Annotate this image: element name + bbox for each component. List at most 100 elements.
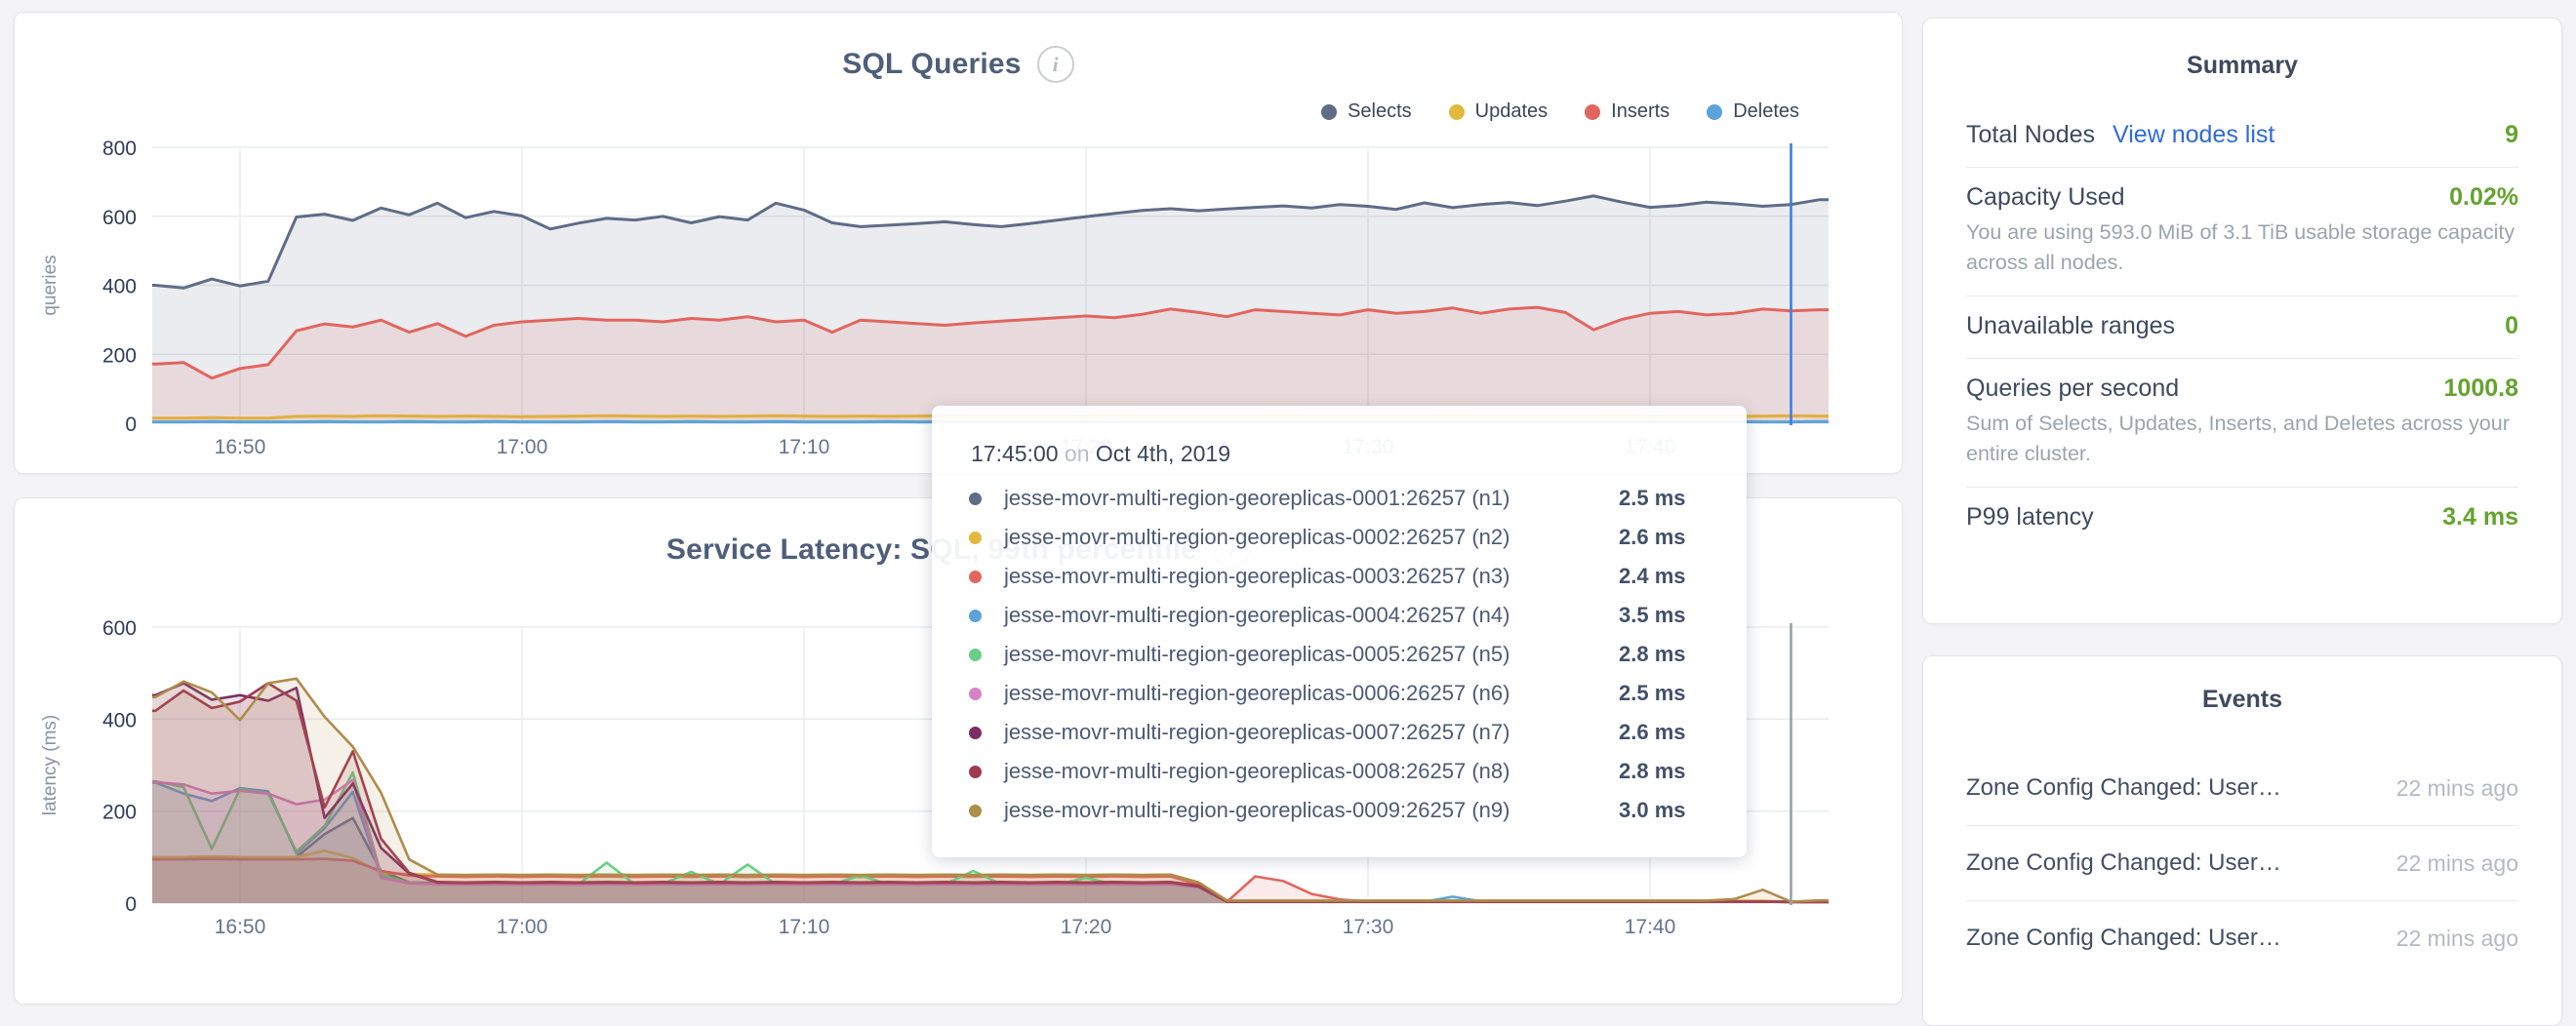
- svg-text:17:30: 17:30: [1343, 916, 1394, 938]
- node-latency: 2.5 ms: [1619, 486, 1686, 511]
- event-list-item[interactable]: Zone Config Changed: User… 22 mins ago: [1966, 751, 2518, 825]
- node-latency: 2.4 ms: [1619, 564, 1686, 589]
- summary-value: 0: [2505, 312, 2518, 340]
- summary-value: 9: [2505, 121, 2518, 149]
- node-4-dot-icon: [969, 610, 982, 622]
- summary-title: Summary: [1966, 52, 2518, 80]
- sql-queries-title: SQL Queries: [842, 48, 1021, 81]
- tooltip-date: Oct 4th, 2019: [1096, 441, 1230, 466]
- node-8-dot-icon: [969, 766, 982, 778]
- selects-dot-icon: [1321, 104, 1337, 120]
- sql-queries-title-row: SQL Queries i: [15, 46, 1902, 83]
- svg-text:queries: queries: [40, 255, 60, 315]
- svg-text:400: 400: [102, 276, 137, 298]
- svg-text:17:10: 17:10: [779, 436, 830, 458]
- updates-dot-icon: [1449, 104, 1465, 120]
- event-list-item[interactable]: Zone Config Changed: User… 22 mins ago: [1966, 825, 2518, 900]
- summary-description: Sum of Selects, Updates, Inserts, and De…: [1966, 409, 2518, 469]
- tooltip-row: jesse-movr-multi-region-georeplicas-0001…: [932, 479, 1747, 518]
- node-latency: 2.6 ms: [1619, 720, 1686, 745]
- tooltip-row: jesse-movr-multi-region-georeplicas-0008…: [932, 752, 1747, 791]
- node-latency: 2.8 ms: [1619, 642, 1686, 667]
- deletes-dot-icon: [1707, 104, 1722, 120]
- legend-label: Selects: [1348, 100, 1412, 123]
- node-name: jesse-movr-multi-region-georeplicas-0003…: [1004, 564, 1619, 589]
- svg-text:0: 0: [125, 893, 137, 916]
- legend-item-deletes[interactable]: Deletes: [1707, 100, 1799, 123]
- svg-text:600: 600: [102, 207, 137, 229]
- legend-item-updates[interactable]: Updates: [1449, 100, 1549, 123]
- node-name: jesse-movr-multi-region-georeplicas-0004…: [1004, 603, 1619, 628]
- node-name: jesse-movr-multi-region-georeplicas-0002…: [1004, 525, 1619, 550]
- summary-label: Capacity Used: [1966, 183, 2125, 212]
- tooltip-timestamp: 17:45:00 on Oct 4th, 2019: [971, 441, 1747, 467]
- svg-text:16:50: 16:50: [215, 916, 266, 938]
- tooltip-row: jesse-movr-multi-region-georeplicas-0002…: [932, 518, 1747, 557]
- event-time: 22 mins ago: [2396, 775, 2518, 802]
- info-icon[interactable]: i: [1037, 46, 1074, 83]
- svg-text:600: 600: [102, 617, 137, 640]
- summary-panel: Summary Total Nodes View nodes list 9 Ca…: [1922, 18, 2562, 624]
- svg-text:800: 800: [102, 138, 137, 160]
- svg-text:0: 0: [125, 414, 137, 436]
- svg-text:17:20: 17:20: [1061, 916, 1112, 938]
- node-name: jesse-movr-multi-region-georeplicas-0005…: [1004, 642, 1619, 667]
- event-time: 22 mins ago: [2396, 850, 2518, 877]
- node-name: jesse-movr-multi-region-georeplicas-0006…: [1004, 681, 1619, 706]
- events-panel: Events Zone Config Changed: User… 22 min…: [1922, 655, 2562, 1026]
- tooltip-time: 17:45:00: [971, 441, 1059, 466]
- svg-text:17:10: 17:10: [779, 916, 830, 938]
- sql-queries-legend: Selects Updates Inserts Deletes: [1321, 100, 1799, 123]
- node-latency: 2.8 ms: [1619, 759, 1686, 784]
- event-list-item[interactable]: Zone Config Changed: User… 22 mins ago: [1966, 900, 2518, 975]
- summary-row-queries-per-second: Queries per second 1000.8 Sum of Selects…: [1966, 358, 2518, 487]
- node-latency: 3.0 ms: [1619, 798, 1686, 823]
- node-name: jesse-movr-multi-region-georeplicas-0007…: [1004, 720, 1619, 745]
- event-text: Zone Config Changed: User…: [1966, 774, 2281, 802]
- summary-label: Queries per second: [1966, 375, 2179, 403]
- tooltip-row: jesse-movr-multi-region-georeplicas-0003…: [932, 557, 1747, 596]
- summary-value: 3.4 ms: [2442, 503, 2518, 532]
- summary-row-capacity-used: Capacity Used 0.02% You are using 593.0 …: [1966, 167, 2518, 296]
- legend-item-inserts[interactable]: Inserts: [1585, 100, 1670, 123]
- legend-label: Inserts: [1611, 100, 1670, 123]
- node-latency: 3.5 ms: [1619, 603, 1686, 628]
- tooltip-row: jesse-movr-multi-region-georeplicas-0005…: [932, 635, 1747, 674]
- summary-value: 1000.8: [2444, 375, 2518, 403]
- node-9-dot-icon: [969, 805, 982, 817]
- legend-label: Deletes: [1733, 100, 1799, 123]
- tooltip-row: jesse-movr-multi-region-georeplicas-0007…: [932, 713, 1747, 752]
- svg-text:latency (ms): latency (ms): [40, 715, 60, 815]
- summary-description: You are using 593.0 MiB of 3.1 TiB usabl…: [1966, 217, 2518, 278]
- event-time: 22 mins ago: [2396, 926, 2518, 952]
- node-latency: 2.6 ms: [1619, 525, 1686, 550]
- inserts-dot-icon: [1585, 104, 1600, 120]
- events-title: Events: [1966, 686, 2518, 714]
- legend-item-selects[interactable]: Selects: [1321, 100, 1412, 123]
- summary-row-total-nodes: Total Nodes View nodes list 9: [1966, 105, 2518, 167]
- node-1-dot-icon: [969, 493, 982, 505]
- summary-value: 0.02%: [2449, 183, 2518, 212]
- tooltip-row: jesse-movr-multi-region-georeplicas-0004…: [932, 596, 1747, 635]
- node-3-dot-icon: [969, 571, 982, 583]
- svg-text:400: 400: [102, 709, 137, 731]
- tooltip-on: on: [1065, 441, 1090, 466]
- svg-text:16:50: 16:50: [215, 436, 266, 458]
- node-6-dot-icon: [969, 688, 982, 700]
- chart-hover-tooltip: 17:45:00 on Oct 4th, 2019 jesse-movr-mul…: [932, 406, 1747, 857]
- view-nodes-list-link[interactable]: View nodes list: [2113, 121, 2274, 149]
- summary-label: Total Nodes: [1966, 121, 2095, 149]
- sql-queries-panel: 020040060080016:5017:0017:1017:2017:3017…: [14, 12, 1903, 474]
- svg-text:17:00: 17:00: [497, 436, 548, 458]
- event-text: Zone Config Changed: User…: [1966, 925, 2281, 952]
- summary-row-p99-latency: P99 latency 3.4 ms: [1966, 487, 2518, 549]
- node-5-dot-icon: [969, 649, 982, 661]
- node-latency: 2.5 ms: [1619, 681, 1686, 706]
- tooltip-row: jesse-movr-multi-region-georeplicas-0006…: [932, 674, 1747, 713]
- node-7-dot-icon: [969, 727, 982, 739]
- summary-row-unavailable-ranges: Unavailable ranges 0: [1966, 296, 2518, 358]
- node-name: jesse-movr-multi-region-georeplicas-0009…: [1004, 798, 1619, 823]
- svg-text:17:00: 17:00: [497, 916, 548, 938]
- summary-label: P99 latency: [1966, 503, 2094, 532]
- svg-text:200: 200: [102, 802, 137, 824]
